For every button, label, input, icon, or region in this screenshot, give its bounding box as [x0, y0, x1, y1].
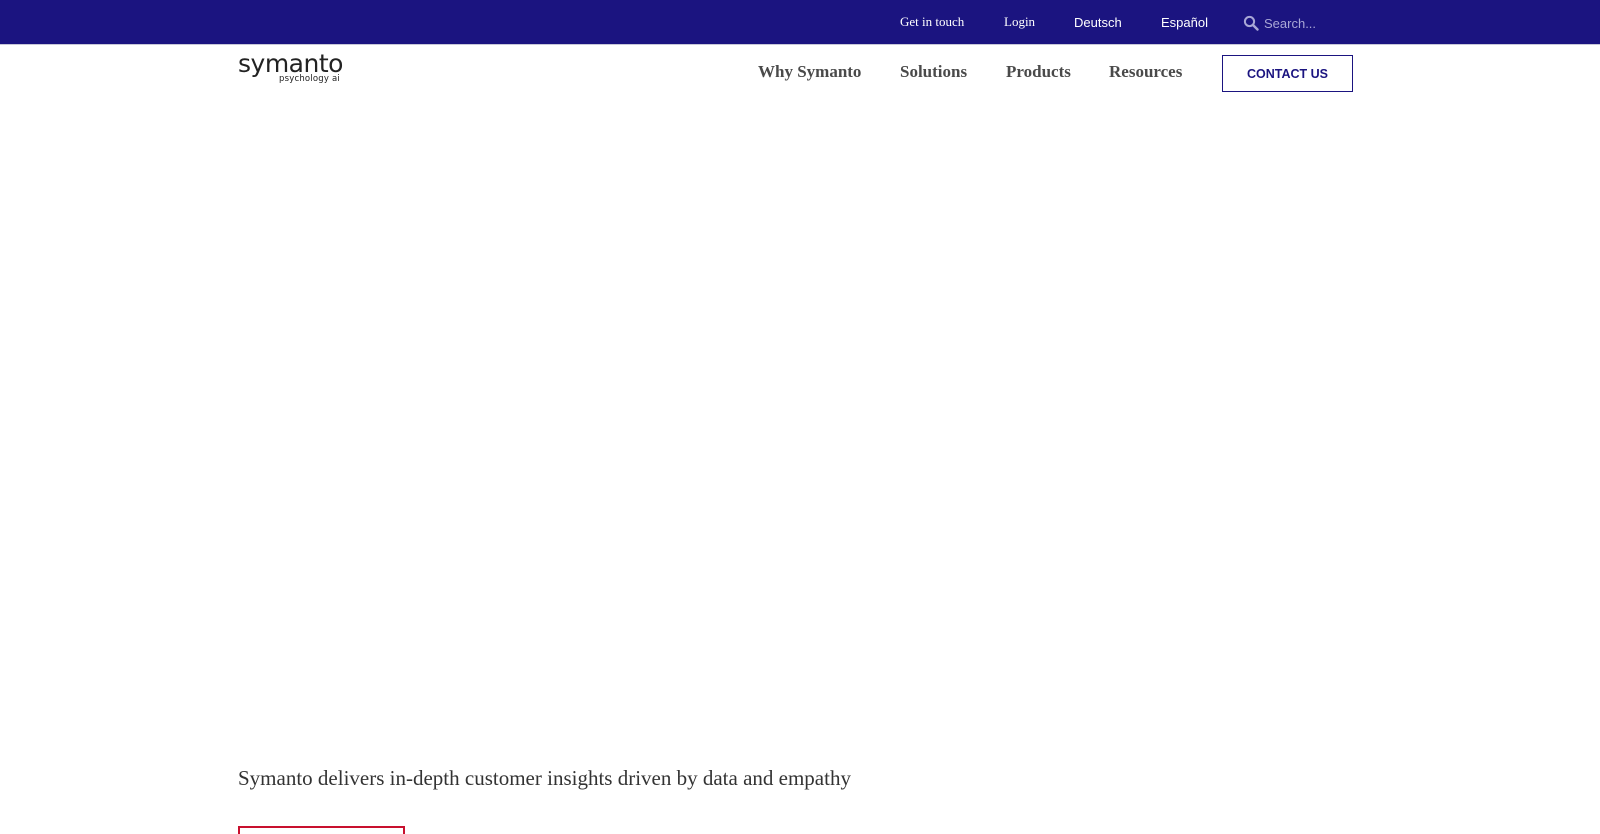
get-in-touch-link[interactable]: Get in touch	[900, 14, 964, 30]
logo-tagline: psychology ai	[279, 74, 340, 84]
symanto-logo[interactable]: symanto psychology ai	[238, 50, 343, 88]
nav-products[interactable]: Products	[1006, 62, 1071, 82]
nav-resources[interactable]: Resources	[1109, 62, 1182, 82]
language-deutsch-link[interactable]: Deutsch	[1074, 15, 1122, 30]
login-link[interactable]: Login	[1004, 14, 1035, 30]
hero-cta-button[interactable]	[238, 826, 405, 834]
language-espanol-link[interactable]: Español	[1161, 15, 1208, 30]
search-icon[interactable]	[1243, 15, 1259, 31]
nav-why-symanto[interactable]: Why Symanto	[758, 62, 861, 82]
search-input[interactable]	[1264, 13, 1374, 33]
contact-us-button[interactable]: CONTACT US	[1222, 55, 1353, 92]
nav-solutions[interactable]: Solutions	[900, 62, 967, 82]
utility-bar: Get in touch Login Deutsch Español	[0, 0, 1600, 45]
hero-headline: Symanto delivers in-depth customer insig…	[238, 766, 851, 790]
